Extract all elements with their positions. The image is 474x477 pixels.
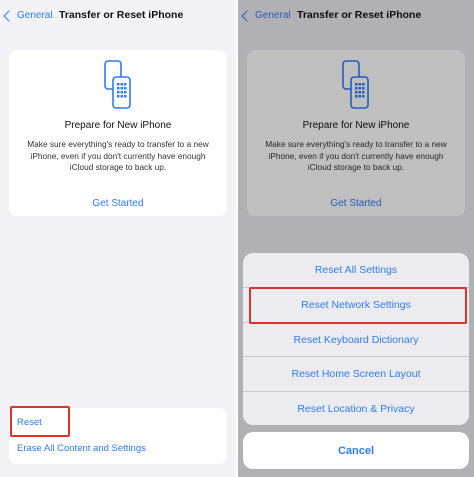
chevron-left-icon: [3, 9, 15, 22]
card-description: Make sure everything's ready to transfer…: [27, 139, 209, 172]
reset-keyboard-dictionary-button[interactable]: Reset Keyboard Dictionary: [243, 323, 469, 357]
page-title: Transfer or Reset iPhone: [59, 9, 184, 21]
reset-all-settings-button[interactable]: Reset All Settings: [243, 253, 469, 287]
reset-action-sheet: Reset All Settings Reset Network Setting…: [243, 253, 469, 425]
get-started-button[interactable]: Get Started: [9, 198, 227, 209]
erase-all-button[interactable]: Erase All Content and Settings: [17, 443, 146, 454]
prepare-card: Prepare for New iPhone Make sure everyth…: [9, 50, 227, 216]
card-title: Prepare for New iPhone: [64, 120, 172, 131]
back-label: General: [17, 10, 53, 21]
highlight-box-network: [249, 287, 467, 324]
cancel-button[interactable]: Cancel: [243, 432, 469, 469]
highlight-box-reset: [10, 406, 70, 437]
left-screen: General Transfer or Reset iPhone Prepare…: [0, 0, 236, 477]
nav-bar: General Transfer or Reset iPhone: [0, 6, 236, 28]
back-button[interactable]: General: [3, 9, 53, 22]
reset-home-screen-layout-button[interactable]: Reset Home Screen Layout: [243, 357, 469, 391]
right-screen: General Transfer or Reset iPhone Prepare…: [238, 0, 474, 477]
iphone-transfer-icon: [104, 60, 131, 109]
reset-location-privacy-button[interactable]: Reset Location & Privacy: [243, 392, 469, 425]
